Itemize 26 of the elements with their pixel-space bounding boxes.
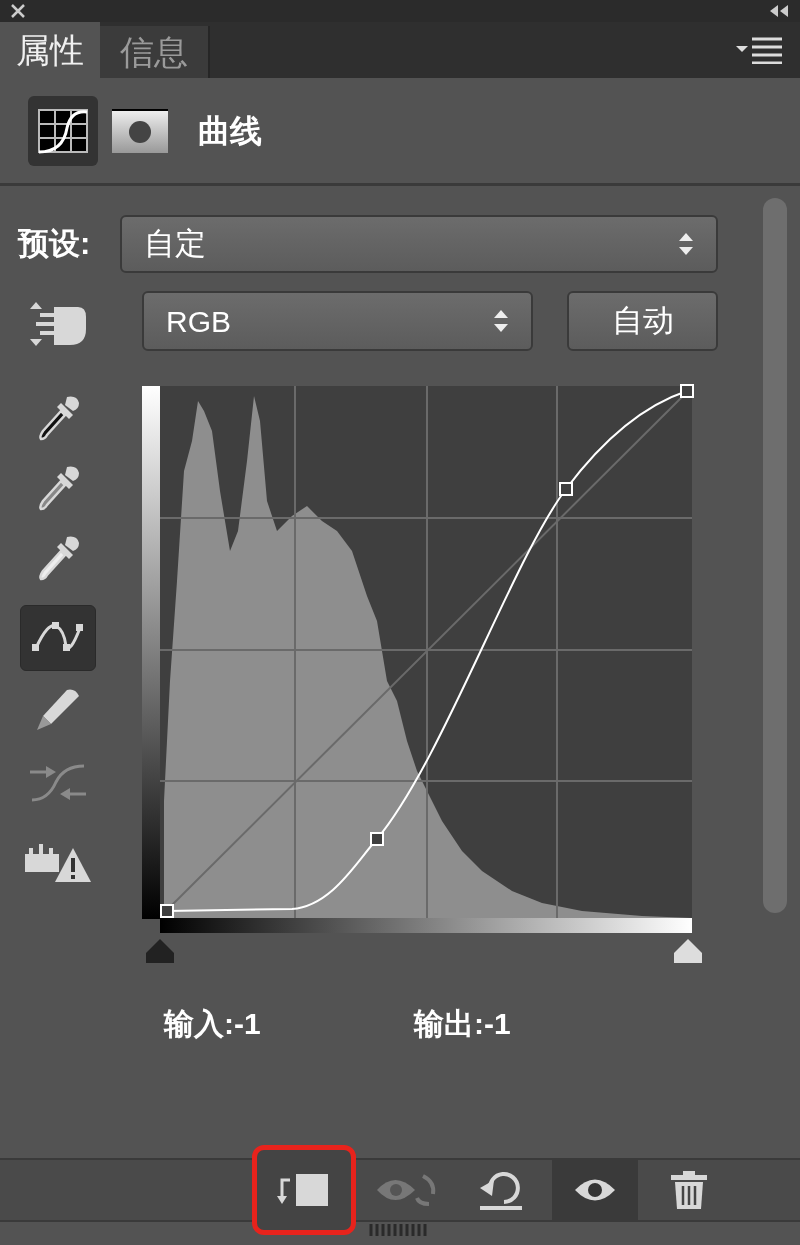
output-value: 输出:-1	[414, 1006, 511, 1042]
curves-graph[interactable]	[142, 381, 702, 965]
auto-button[interactable]: 自动	[567, 291, 718, 351]
curve-point[interactable]	[559, 482, 573, 496]
trash-icon	[669, 1169, 709, 1211]
curve-point[interactable]	[370, 832, 384, 846]
curve-point[interactable]	[680, 384, 694, 398]
close-icon[interactable]	[10, 4, 26, 18]
curves-adjustment-icon[interactable]	[28, 95, 98, 166]
tab[interactable]: 信息	[100, 26, 210, 78]
preset-label: 预设:	[18, 224, 92, 263]
updown-icon	[493, 308, 509, 334]
tab[interactable]: 属性	[0, 22, 100, 78]
collapse-icon[interactable]	[768, 4, 790, 18]
input-value: 输入:-1	[164, 1006, 262, 1042]
scrollbar-thumb[interactable]	[763, 198, 787, 913]
panel-button[interactable]	[252, 1145, 356, 1235]
panel-button[interactable]	[552, 1160, 638, 1220]
preset-dropdown[interactable]: 自定	[120, 215, 718, 273]
mask-icon[interactable]	[112, 108, 168, 153]
menu-icon[interactable]	[736, 36, 782, 64]
curve-point[interactable]	[160, 904, 174, 918]
curve-tool[interactable]	[20, 605, 96, 671]
adjustment-title: 曲线	[198, 111, 262, 151]
channel-dropdown[interactable]: RGB	[142, 291, 533, 351]
updown-icon	[678, 231, 694, 257]
